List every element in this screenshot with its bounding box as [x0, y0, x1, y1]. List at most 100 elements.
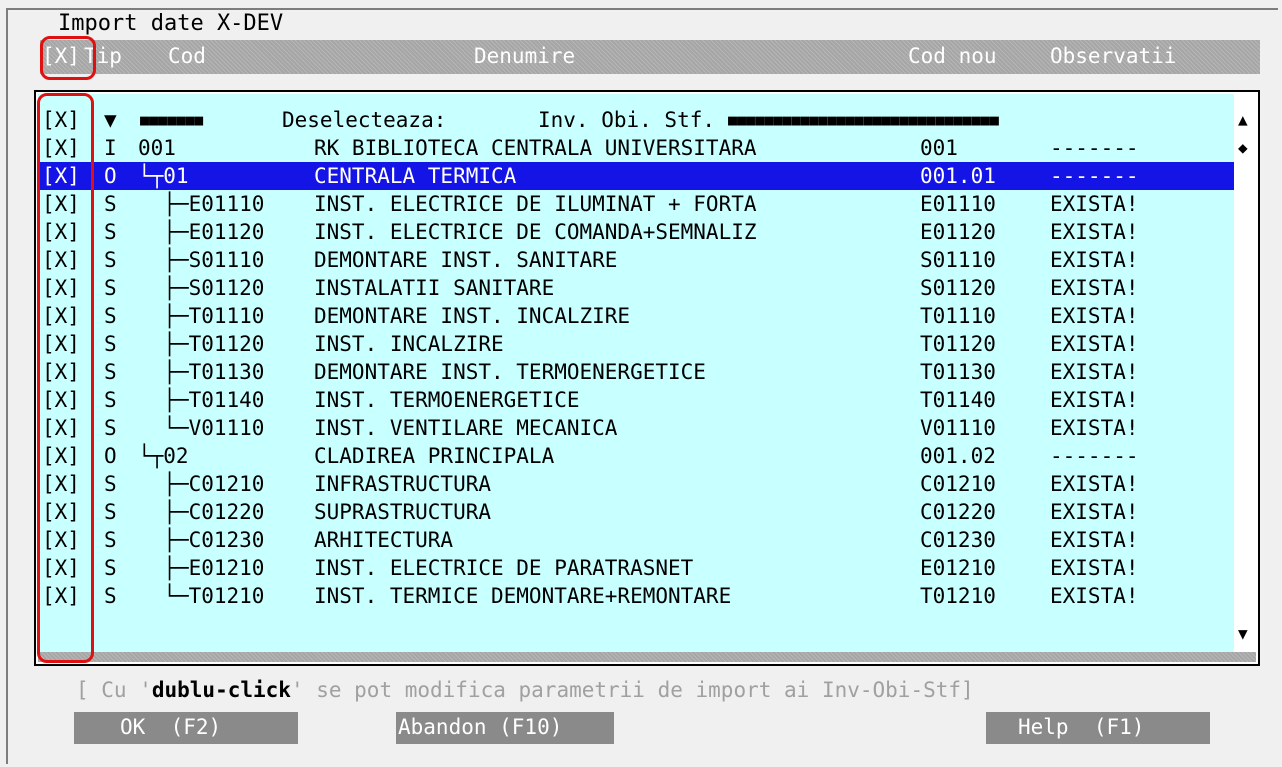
- row-checkbox[interactable]: [X]: [42, 582, 80, 610]
- header-denumire[interactable]: Denumire: [474, 44, 575, 68]
- row-denumire: SUPRASTRUCTURA: [314, 500, 492, 524]
- row-cod: ├─C01210: [138, 472, 265, 496]
- list-item[interactable]: [X] I 001 RK BIBLIOTECA CENTRALA UNIVERSITA…: [38, 134, 1234, 162]
- row-cod-nou: T01110: [920, 304, 996, 328]
- hint-emphasis: dublu-click: [151, 678, 291, 702]
- row-cod-nou: T01140: [920, 388, 996, 412]
- arrow-down-icon[interactable]: ▼: [1238, 626, 1248, 642]
- scroll-thumb-icon[interactable]: ◆: [1238, 140, 1248, 156]
- row-denumire: INST. ELECTRICE DE PARATRASNET: [314, 556, 694, 580]
- row-checkbox[interactable]: [X]: [42, 302, 80, 330]
- row-checkbox[interactable]: [X]: [42, 218, 80, 246]
- row-cod-nou: C01230: [920, 528, 996, 552]
- row-checkbox[interactable]: [X]: [42, 554, 80, 582]
- row-checkbox[interactable]: [X]: [42, 498, 80, 526]
- abandon-button[interactable]: Abandon (F10): [396, 712, 614, 744]
- header-cod[interactable]: Cod: [168, 44, 206, 68]
- row-denumire: INST. TERMOENERGETICE: [314, 388, 580, 412]
- row-tip: S: [104, 276, 117, 300]
- row-cod: └┬01: [138, 164, 189, 188]
- row-cod: ├─T01140: [138, 388, 265, 412]
- hint-text: [ Cu 'dublu-click' se pot modifica param…: [76, 678, 974, 702]
- list-item[interactable]: [X] S ├─S01120 INSTALATII SANITARE S01120 EX…: [38, 274, 1234, 302]
- list-item[interactable]: [X] S ├─E01110 INST. ELECTRICE DE ILUMINAT…: [38, 190, 1234, 218]
- row-cod: ├─C01220: [138, 500, 265, 524]
- arrow-up-icon[interactable]: ▲: [1238, 112, 1248, 128]
- row-cod: ├─T01120: [138, 332, 265, 356]
- row-tip: S: [104, 332, 117, 356]
- list-item[interactable]: [X] S ├─C01220 SUPRASTRUCTURA C01220 EXISTA!: [38, 498, 1234, 526]
- row-tip: O: [104, 164, 117, 188]
- import-list[interactable]: [X] ▼ ■■■■■■■ Deselecteaza: Inv. Obi. St…: [38, 94, 1234, 652]
- row-denumire: INST. ELECTRICE DE COMANDA+SEMNALIZ: [314, 220, 757, 244]
- list-item[interactable]: [X] O └┬01 CENTRALA TERMICA 001.01 -------: [38, 162, 1234, 190]
- row-checkbox[interactable]: [X]: [42, 134, 80, 162]
- dropdown-arrow-icon[interactable]: ▼: [104, 106, 117, 134]
- row-cod-nou: T01120: [920, 332, 996, 356]
- filter-blocks-left: ■■■■■■■: [140, 111, 204, 129]
- list-item[interactable]: [X] O └┬02 CLADIREA PRINCIPALA 001.02 -------: [38, 442, 1234, 470]
- ok-button[interactable]: OK (F2): [74, 712, 298, 744]
- row-cod-nou: E01120: [920, 220, 996, 244]
- filter-blocks-right: ■■■■■■■■■■■■■■■■■■■■■■■■■■■■■■: [728, 111, 999, 129]
- row-cod-nou: S01110: [920, 248, 996, 272]
- list-item[interactable]: [X] S └─V01110 INST. VENTILARE MECANICA V01…: [38, 414, 1234, 442]
- list-item[interactable]: [X] S ├─C01210 INFRASTRUCTURA C01210 EXISTA!: [38, 470, 1234, 498]
- vertical-scrollbar[interactable]: [1236, 94, 1256, 652]
- row-checkbox[interactable]: [X]: [42, 414, 80, 442]
- row-denumire: INST. ELECTRICE DE ILUMINAT + FORTA: [314, 192, 757, 216]
- list-item[interactable]: [X] S ├─E01210 INST. ELECTRICE DE PARATRAS…: [38, 554, 1234, 582]
- row-cod-nou: T01130: [920, 360, 996, 384]
- header-observatii[interactable]: Observatii: [1050, 44, 1176, 68]
- horizontal-scrollbar[interactable]: [38, 652, 1256, 662]
- row-checkbox[interactable]: [X]: [42, 470, 80, 498]
- row-observatii: EXISTA!: [1050, 528, 1139, 552]
- row-observatii: EXISTA!: [1050, 304, 1139, 328]
- row-checkbox[interactable]: [X]: [42, 246, 80, 274]
- help-button[interactable]: Help (F1): [986, 712, 1210, 744]
- list-item[interactable]: [X] S ├─S01110 DEMONTARE INST. SANITARE S01…: [38, 246, 1234, 274]
- row-denumire: DEMONTARE INST. INCALZIRE: [314, 304, 631, 328]
- header-tip[interactable]: Tip: [84, 44, 122, 68]
- filter-checkbox[interactable]: [X]: [42, 106, 80, 134]
- row-cod: └─T01210: [138, 584, 265, 608]
- row-denumire: RK BIBLIOTECA CENTRALA UNIVERSITARA: [314, 136, 757, 160]
- row-cod: ├─C01230: [138, 528, 265, 552]
- row-cod: ├─E01120: [138, 220, 265, 244]
- row-tip: S: [104, 528, 117, 552]
- row-cod: └┬02: [138, 444, 189, 468]
- select-all-checkbox[interactable]: [X]: [42, 44, 80, 68]
- row-checkbox[interactable]: [X]: [42, 330, 80, 358]
- row-cod-nou: E01110: [920, 192, 996, 216]
- row-denumire: ARHITECTURA: [314, 528, 454, 552]
- window-title: Import date X-DEV: [58, 11, 284, 36]
- list-item[interactable]: [X] S ├─T01130 DEMONTARE INST. TERMOENERGE…: [38, 358, 1234, 386]
- row-checkbox[interactable]: [X]: [42, 274, 80, 302]
- list-item[interactable]: [X] S ├─T01120 INST. INCALZIRE T01120 EXISTA…: [38, 330, 1234, 358]
- row-cod-nou: 001.01: [920, 164, 996, 188]
- list-item[interactable]: [X] S ├─E01120 INST. ELECTRICE DE COMANDA+…: [38, 218, 1234, 246]
- row-denumire: INST. INCALZIRE: [314, 332, 504, 356]
- row-tip: O: [104, 444, 117, 468]
- row-cod-nou: S01120: [920, 276, 996, 300]
- row-observatii: EXISTA!: [1050, 332, 1139, 356]
- list-item[interactable]: [X] S └─T01210 INST. TERMICE DEMONTARE+REM…: [38, 582, 1234, 610]
- row-observatii: -------: [1050, 444, 1139, 468]
- row-checkbox[interactable]: [X]: [42, 386, 80, 414]
- row-cod: ├─E01110: [138, 192, 265, 216]
- row-checkbox[interactable]: [X]: [42, 526, 80, 554]
- deselect-options[interactable]: Inv. Obi. Stf.: [538, 106, 715, 134]
- row-checkbox[interactable]: [X]: [42, 162, 80, 190]
- list-item[interactable]: [X] S ├─T01110 DEMONTARE INST. INCALZIRE T0…: [38, 302, 1234, 330]
- row-observatii: EXISTA!: [1050, 500, 1139, 524]
- row-checkbox[interactable]: [X]: [42, 442, 80, 470]
- row-denumire: CENTRALA TERMICA: [314, 164, 517, 188]
- list-item[interactable]: [X] S ├─C01230 ARHITECTURA C01230 EXISTA!: [38, 526, 1234, 554]
- row-checkbox[interactable]: [X]: [42, 190, 80, 218]
- row-tip: S: [104, 584, 117, 608]
- filter-row[interactable]: [X] ▼ ■■■■■■■ Deselecteaza: Inv. Obi. St…: [38, 106, 1234, 134]
- list-item[interactable]: [X] S ├─T01140 INST. TERMOENERGETICE T01140…: [38, 386, 1234, 414]
- row-tip: S: [104, 360, 117, 384]
- header-cod-nou[interactable]: Cod nou: [908, 44, 997, 68]
- row-checkbox[interactable]: [X]: [42, 358, 80, 386]
